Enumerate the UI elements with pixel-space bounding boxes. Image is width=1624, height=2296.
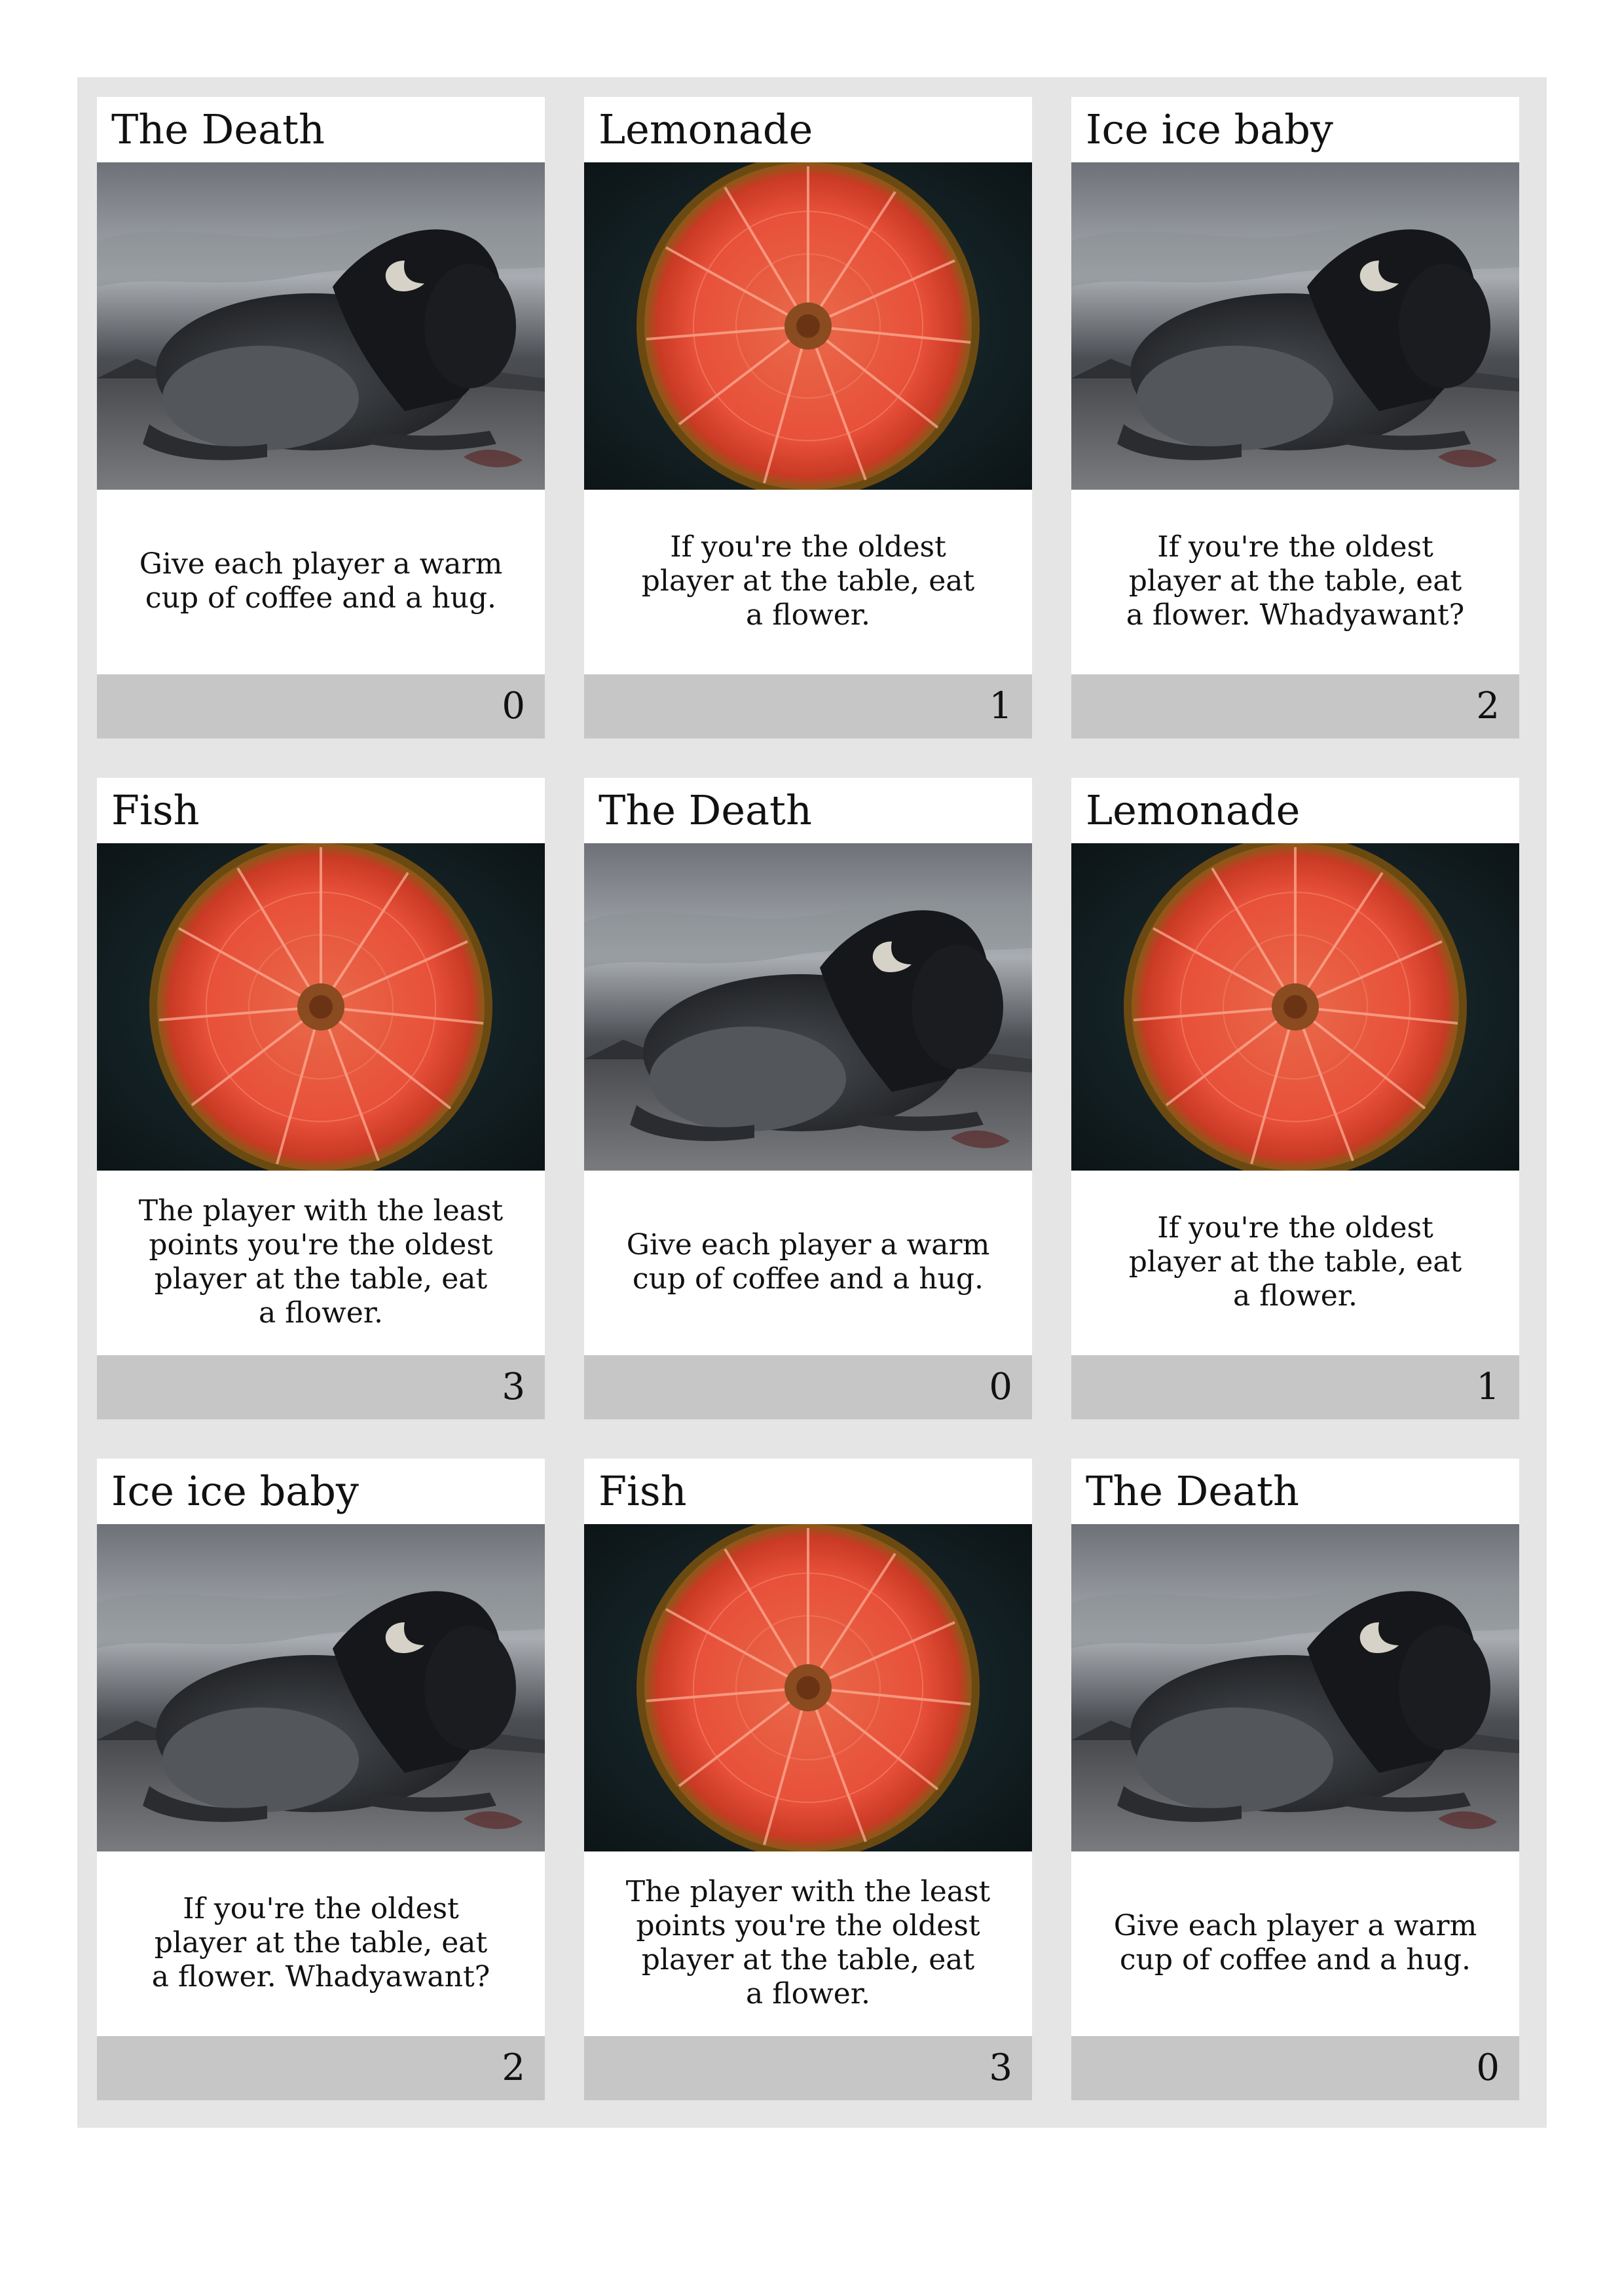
card-title: The Death — [1086, 1467, 1299, 1515]
card: The Death Give each player a warm cup of… — [584, 778, 1032, 1419]
card: Fish The player with the least points yo… — [97, 778, 545, 1419]
card-title: The Death — [599, 786, 812, 834]
card-value: 0 — [502, 685, 525, 727]
card-text: Give each player a warm cup of coffee an… — [626, 1228, 990, 1296]
card-value: 1 — [1476, 1366, 1500, 1408]
card-cell: Fish The player with the least points yo… — [77, 758, 564, 1439]
card-title: The Death — [111, 105, 325, 153]
card-cell: The Death Give each player a warm cup of… — [1052, 1439, 1539, 2120]
card-text: If you're the oldest player at the table… — [641, 530, 975, 632]
bison-art — [97, 162, 545, 490]
card-cell: Lemonade If you're the oldest player at … — [1052, 758, 1539, 1439]
card-cell: Ice ice baby If you're the oldest player… — [1052, 77, 1539, 758]
card: Ice ice baby If you're the oldest player… — [97, 1459, 545, 2100]
card-footer: 1 — [584, 674, 1032, 738]
card-value: 0 — [989, 1366, 1012, 1408]
card-cell: Lemonade If you're the oldest player at … — [564, 77, 1052, 758]
card: Lemonade If you're the oldest player at … — [584, 97, 1032, 738]
bison-art — [584, 843, 1032, 1171]
card: Fish The player with the least points yo… — [584, 1459, 1032, 2100]
card: Lemonade If you're the oldest player at … — [1071, 778, 1519, 1419]
card-footer: 0 — [1071, 2036, 1519, 2100]
card-title: Ice ice baby — [111, 1467, 359, 1515]
card: The Death Give each player a warm cup of… — [97, 97, 545, 738]
card-text: If you're the oldest player at the table… — [151, 1892, 490, 1994]
grapefruit-art — [97, 843, 545, 1171]
card-value: 3 — [989, 2047, 1012, 2089]
card-text: Give each player a warm cup of coffee an… — [1113, 1909, 1477, 1977]
card-title: Fish — [111, 786, 200, 834]
card-value: 2 — [1476, 685, 1500, 727]
card-text: If you're the oldest player at the table… — [1126, 530, 1465, 632]
card-value: 3 — [502, 1366, 525, 1408]
card-title: Lemonade — [599, 105, 813, 153]
card-sheet: The Death Give each player a warm cup of… — [77, 77, 1547, 2128]
card-cell: The Death Give each player a warm cup of… — [564, 758, 1052, 1439]
grapefruit-art — [584, 162, 1032, 490]
card-text: The player with the least points you're … — [625, 1875, 991, 2011]
card-footer: 1 — [1071, 1355, 1519, 1419]
bison-art — [97, 1524, 545, 1851]
card-cell: Fish The player with the least points yo… — [564, 1439, 1052, 2120]
card-footer: 3 — [97, 1355, 545, 1419]
card-cell: The Death Give each player a warm cup of… — [77, 77, 564, 758]
card-title: Fish — [599, 1467, 687, 1515]
card-footer: 3 — [584, 2036, 1032, 2100]
grapefruit-art — [1071, 843, 1519, 1171]
card-value: 2 — [502, 2047, 525, 2089]
card: The Death Give each player a warm cup of… — [1071, 1459, 1519, 2100]
card-value: 1 — [989, 685, 1012, 727]
card-text: Give each player a warm cup of coffee an… — [139, 547, 503, 615]
card-footer: 2 — [97, 2036, 545, 2100]
card-title: Ice ice baby — [1086, 105, 1333, 153]
card-value: 0 — [1476, 2047, 1500, 2089]
card-cell: Ice ice baby If you're the oldest player… — [77, 1439, 564, 2120]
grapefruit-art — [584, 1524, 1032, 1851]
card-text: The player with the least points you're … — [138, 1194, 504, 1330]
bison-art — [1071, 162, 1519, 490]
card-title: Lemonade — [1086, 786, 1301, 834]
card-footer: 2 — [1071, 674, 1519, 738]
card-text: If you're the oldest player at the table… — [1128, 1211, 1462, 1313]
bison-art — [1071, 1524, 1519, 1851]
card-footer: 0 — [584, 1355, 1032, 1419]
card-footer: 0 — [97, 674, 545, 738]
card: Ice ice baby If you're the oldest player… — [1071, 97, 1519, 738]
